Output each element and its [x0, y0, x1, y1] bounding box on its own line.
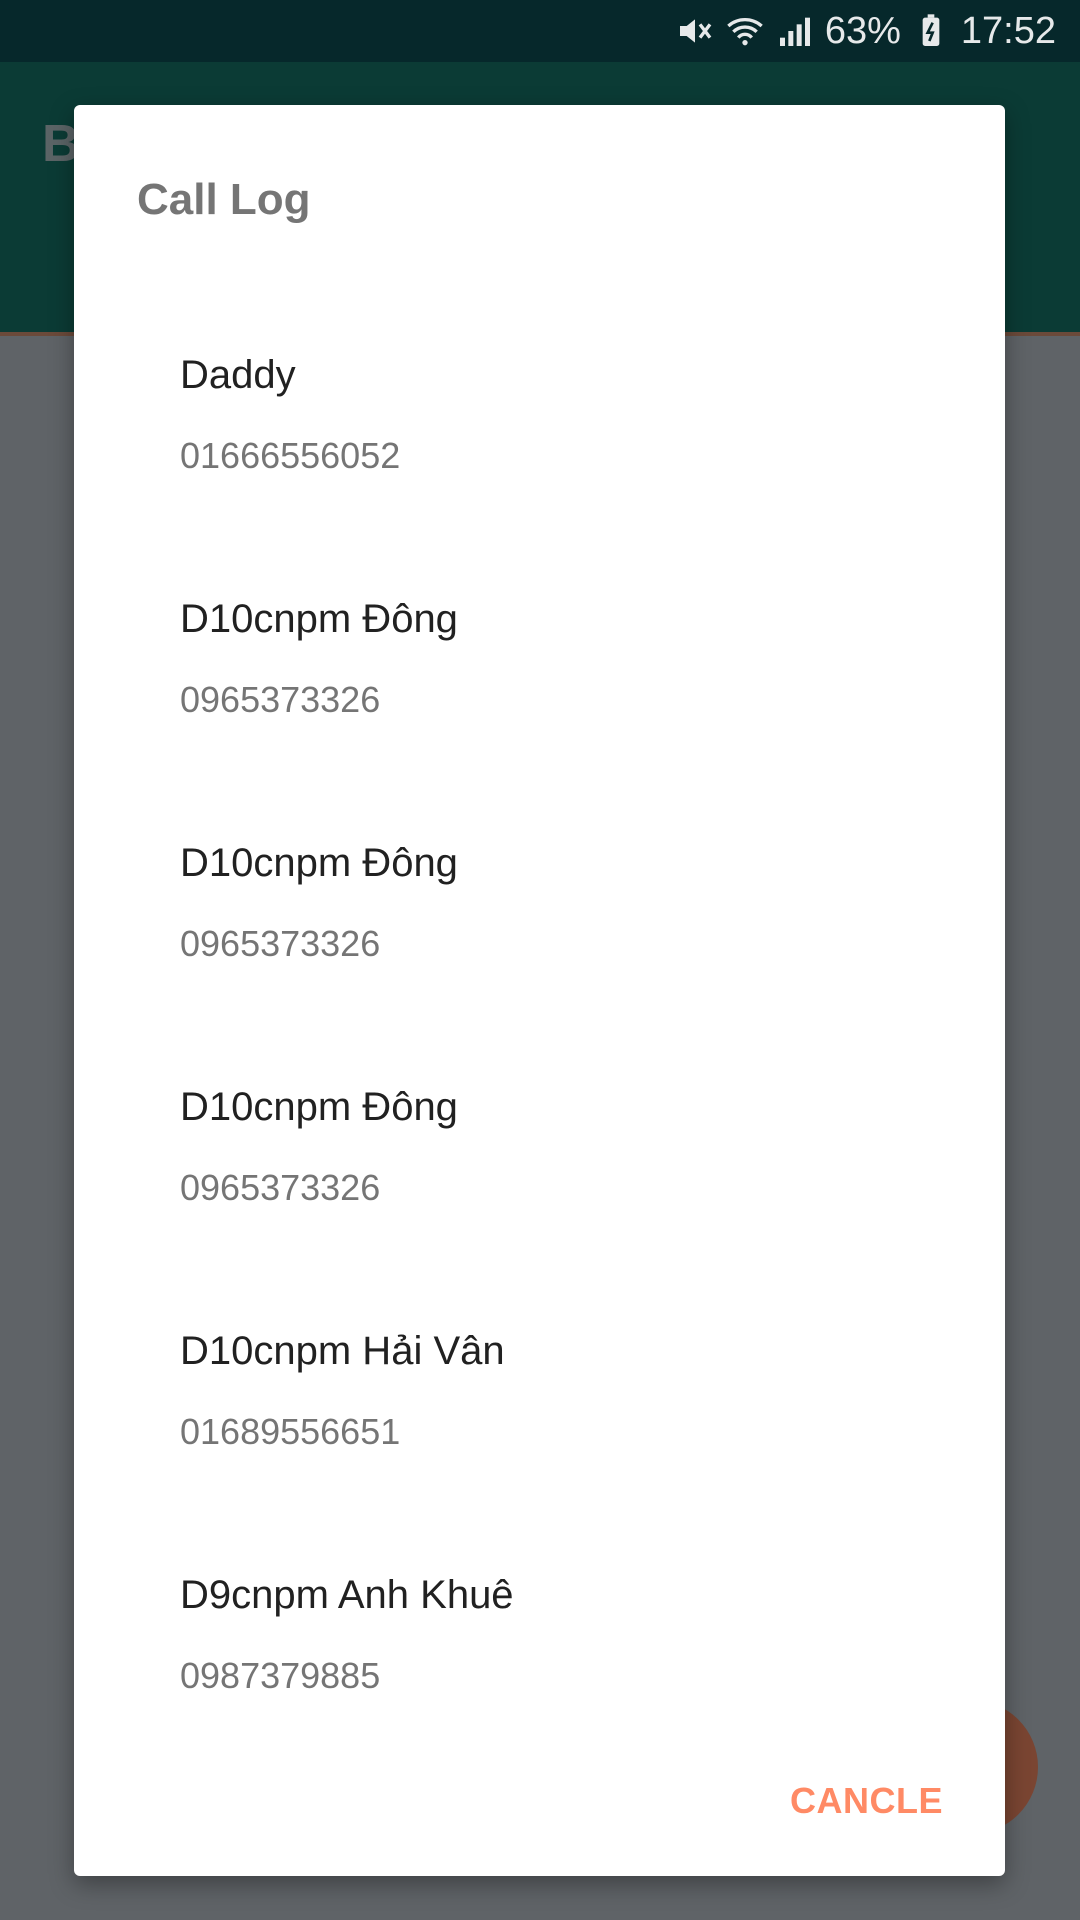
wifi-icon — [725, 11, 765, 51]
contact-name: D10cnpm Đông — [180, 597, 458, 641]
dialog-title: Call Log — [137, 175, 311, 224]
contact-name: D10cnpm Đông — [180, 841, 458, 885]
phone-number: 01666556052 — [180, 435, 401, 476]
status-icons: 63% 17:52 — [675, 0, 1056, 62]
call-log-item[interactable]: D10cnpm Đông 0965373326 — [74, 813, 1005, 1057]
phone-number: 0987379885 — [180, 1655, 381, 1696]
cancel-button[interactable]: CANCLE — [784, 1772, 949, 1830]
call-log-item[interactable]: D10cnpm Đông 0965373326 — [74, 569, 1005, 813]
contact-name: D9cnpm Anh Khuê — [180, 1573, 514, 1617]
signal-icon — [775, 11, 815, 51]
call-log-dialog: Call Log Daddy 01666556052 D10cnpm Đông … — [74, 105, 1005, 1876]
call-log-item[interactable]: D10cnpm Hải Vân 01689556651 — [74, 1301, 1005, 1545]
contact-name: D10cnpm Hải Vân — [180, 1329, 505, 1373]
mute-vibrate-icon — [675, 11, 715, 51]
battery-icon — [911, 11, 951, 51]
call-log-list: Daddy 01666556052 D10cnpm Đông 096537332… — [74, 325, 1005, 1789]
phone-number: 01689556651 — [180, 1411, 401, 1452]
status-bar: 63% 17:52 — [0, 0, 1080, 62]
dialog-actions: CANCLE — [74, 1736, 1005, 1876]
battery-percentage: 63% — [824, 9, 901, 52]
contact-name: Daddy — [180, 353, 296, 397]
phone-number: 0965373326 — [180, 1167, 381, 1208]
clock: 17:52 — [960, 9, 1056, 52]
call-log-item[interactable]: Daddy 01666556052 — [74, 325, 1005, 569]
contact-name: D10cnpm Đông — [180, 1085, 458, 1129]
phone-number: 0965373326 — [180, 679, 381, 720]
phone-number: 0965373326 — [180, 923, 381, 964]
call-log-item[interactable]: D10cnpm Đông 0965373326 — [74, 1057, 1005, 1301]
